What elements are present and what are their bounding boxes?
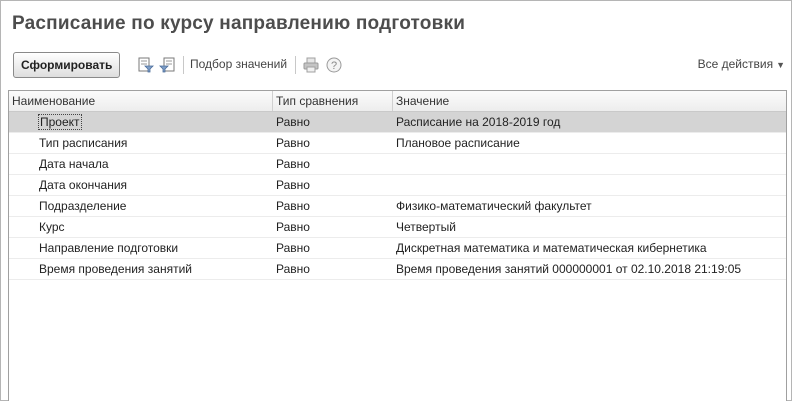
filter-clear-icon[interactable] bbox=[159, 56, 177, 74]
toolbar-separator bbox=[295, 56, 296, 74]
all-actions-menu[interactable]: Все действия ▼ bbox=[698, 57, 785, 71]
row-compare-cell[interactable]: Равно bbox=[273, 154, 393, 174]
row-value-cell[interactable]: Плановое расписание bbox=[393, 133, 786, 153]
filter-icon[interactable] bbox=[136, 56, 154, 74]
settings-table[interactable]: Наименование Тип сравнения Значение Прое… bbox=[8, 90, 787, 401]
table-row[interactable]: Дата окончания Равно bbox=[9, 175, 786, 196]
row-compare-cell[interactable]: Равно bbox=[273, 238, 393, 258]
row-value-cell[interactable]: Четвертый bbox=[393, 217, 786, 237]
table-row[interactable]: Дата начала Равно bbox=[9, 154, 786, 175]
row-value-cell[interactable] bbox=[393, 175, 786, 195]
svg-text:?: ? bbox=[331, 60, 337, 72]
table-row[interactable]: Курс Равно Четвертый bbox=[9, 217, 786, 238]
report-window: Расписание по курсу направлению подготов… bbox=[0, 0, 792, 401]
table-header: Наименование Тип сравнения Значение bbox=[9, 91, 786, 112]
print-icon[interactable] bbox=[302, 56, 320, 74]
row-compare-cell[interactable]: Равно bbox=[273, 217, 393, 237]
row-name-cell: Время проведения занятий bbox=[39, 262, 192, 276]
all-actions-label: Все действия bbox=[697, 57, 774, 71]
table-row[interactable]: Подразделение Равно Физико-математически… bbox=[9, 196, 786, 217]
row-compare-cell[interactable]: Равно bbox=[273, 259, 393, 279]
row-compare-cell[interactable]: Равно bbox=[273, 112, 393, 132]
page-title: Расписание по курсу направлению подготов… bbox=[12, 13, 466, 34]
column-header-compare[interactable]: Тип сравнения bbox=[273, 91, 393, 111]
row-compare-cell[interactable]: Равно bbox=[273, 175, 393, 195]
row-compare-cell[interactable]: Равно bbox=[273, 196, 393, 216]
row-name-cell: Курс bbox=[39, 220, 65, 234]
row-compare-cell[interactable]: Равно bbox=[273, 133, 393, 153]
row-name-cell: Проект bbox=[38, 114, 82, 130]
table-row[interactable]: Проект Равно Расписание на 2018-2019 год bbox=[9, 112, 786, 133]
row-name-cell: Подразделение bbox=[39, 199, 127, 213]
row-value-cell[interactable]: Расписание на 2018-2019 год bbox=[393, 112, 786, 132]
chevron-down-icon: ▼ bbox=[776, 60, 785, 70]
column-header-value[interactable]: Значение bbox=[393, 91, 786, 111]
row-name-cell: Тип расписания bbox=[39, 136, 128, 150]
row-value-cell[interactable]: Физико-математический факультет bbox=[393, 196, 786, 216]
row-value-cell[interactable]: Дискретная математика и математическая к… bbox=[393, 238, 786, 258]
row-value-cell[interactable]: Время проведения занятий 000000001 от 02… bbox=[393, 259, 786, 279]
table-row[interactable]: Время проведения занятий Равно Время про… bbox=[9, 259, 786, 280]
row-name-cell: Дата окончания bbox=[39, 178, 128, 192]
table-row[interactable]: Тип расписания Равно Плановое расписание bbox=[9, 133, 786, 154]
row-name-cell: Направление подготовки bbox=[39, 241, 179, 255]
generate-button[interactable]: Сформировать bbox=[13, 52, 121, 78]
table-row[interactable]: Направление подготовки Равно Дискретная … bbox=[9, 238, 786, 259]
row-name-cell: Дата начала bbox=[39, 157, 109, 171]
row-value-cell[interactable] bbox=[393, 154, 786, 174]
column-header-name[interactable]: Наименование bbox=[9, 91, 273, 111]
toolbar: Сформировать Подбор значений ? Все дейст… bbox=[13, 52, 785, 78]
pick-values-button[interactable]: Подбор значений bbox=[190, 57, 287, 71]
toolbar-separator bbox=[183, 56, 184, 74]
help-icon[interactable]: ? bbox=[325, 56, 343, 74]
